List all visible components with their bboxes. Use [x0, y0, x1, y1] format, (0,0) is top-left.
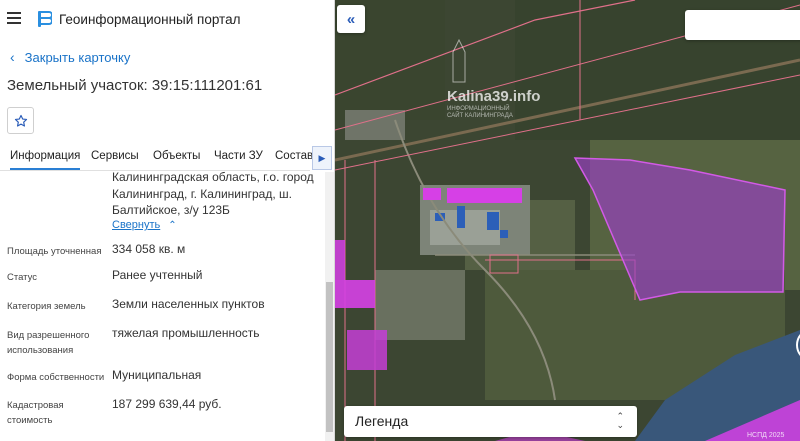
- info-panel: Геоинформационный портал ‹ Закрыть карто…: [0, 0, 335, 441]
- chevron-up-icon: ⌃: [168, 219, 177, 231]
- cadastral-cost-label: Кадастровая стоимость: [7, 400, 64, 426]
- legend-label: Легенда: [355, 413, 409, 429]
- portal-logo-icon: [38, 11, 52, 27]
- top-bar: Геоинформационный портал: [0, 0, 334, 38]
- collapse-label: Свернуть: [112, 219, 161, 231]
- tabs-scroll-right-button[interactable]: ▶: [312, 146, 332, 170]
- permitted-use-value: тяжелая промышленность: [112, 326, 260, 340]
- favorite-button[interactable]: [7, 107, 34, 134]
- collapse-panel-button[interactable]: «: [337, 5, 365, 33]
- map-attribution: НСПД 2025: [747, 432, 785, 439]
- select-arrows-icon: ⌃ ⌄: [616, 411, 624, 430]
- map-view[interactable]: Kalina39.info ИНФОРМАЦИОННЫЙ САЙТ КАЛИНИ…: [335, 0, 800, 441]
- star-icon: [14, 114, 27, 127]
- tab-info[interactable]: Информация: [10, 150, 81, 170]
- area-label: Площадь уточненная: [7, 246, 102, 257]
- cadastral-cost-value: 187 299 639,44 руб.: [112, 397, 222, 411]
- close-card-link[interactable]: ‹ Закрыть карточку: [10, 49, 130, 65]
- tab-services[interactable]: Сервисы: [91, 150, 139, 162]
- watermark-subtext: ИНФОРМАЦИОННЫЙ САЙТ КАЛИНИНГРАДА: [447, 106, 513, 119]
- tab-objects[interactable]: Объекты: [153, 150, 200, 162]
- panel-scrollbar-thumb[interactable]: [326, 282, 333, 432]
- map-search-input[interactable]: [685, 10, 800, 40]
- ownership-value: Муниципальная: [112, 368, 202, 382]
- status-label: Статус: [7, 272, 38, 283]
- watermark-text: Kalina39.info: [447, 88, 541, 105]
- land-category-value: Земли населенных пунктов: [112, 297, 265, 311]
- status-value: Ранее учтенный: [112, 268, 203, 282]
- close-card-label: Закрыть карточку: [24, 49, 131, 65]
- tab-composition[interactable]: Состав: [275, 150, 313, 162]
- collapse-link[interactable]: Свернуть ⌃: [112, 219, 177, 231]
- parcel-title: Земельный участок: 39:15:111201:61: [7, 77, 263, 94]
- chevron-left-icon: ‹: [10, 49, 15, 65]
- double-chevron-left-icon: «: [346, 10, 356, 28]
- address-value: Калининградская область, г.о. город Кали…: [112, 170, 314, 217]
- caret-right-icon: ▶: [318, 152, 326, 163]
- legend-select[interactable]: Легенда ⌃ ⌄: [344, 406, 637, 437]
- menu-icon[interactable]: [7, 12, 21, 24]
- app-title: Геоинформационный портал: [59, 12, 241, 27]
- land-category-label: Категория земель: [7, 301, 86, 312]
- satellite-map: [335, 0, 800, 441]
- permitted-use-label: Вид разрешенного использования: [7, 330, 90, 356]
- tab-parts[interactable]: Части ЗУ: [214, 150, 263, 162]
- tab-bar: Информация Сервисы Объекты Части ЗУ Сост…: [0, 145, 313, 171]
- ownership-label: Форма собственности: [7, 372, 105, 383]
- area-value: 334 058 кв. м: [112, 242, 186, 256]
